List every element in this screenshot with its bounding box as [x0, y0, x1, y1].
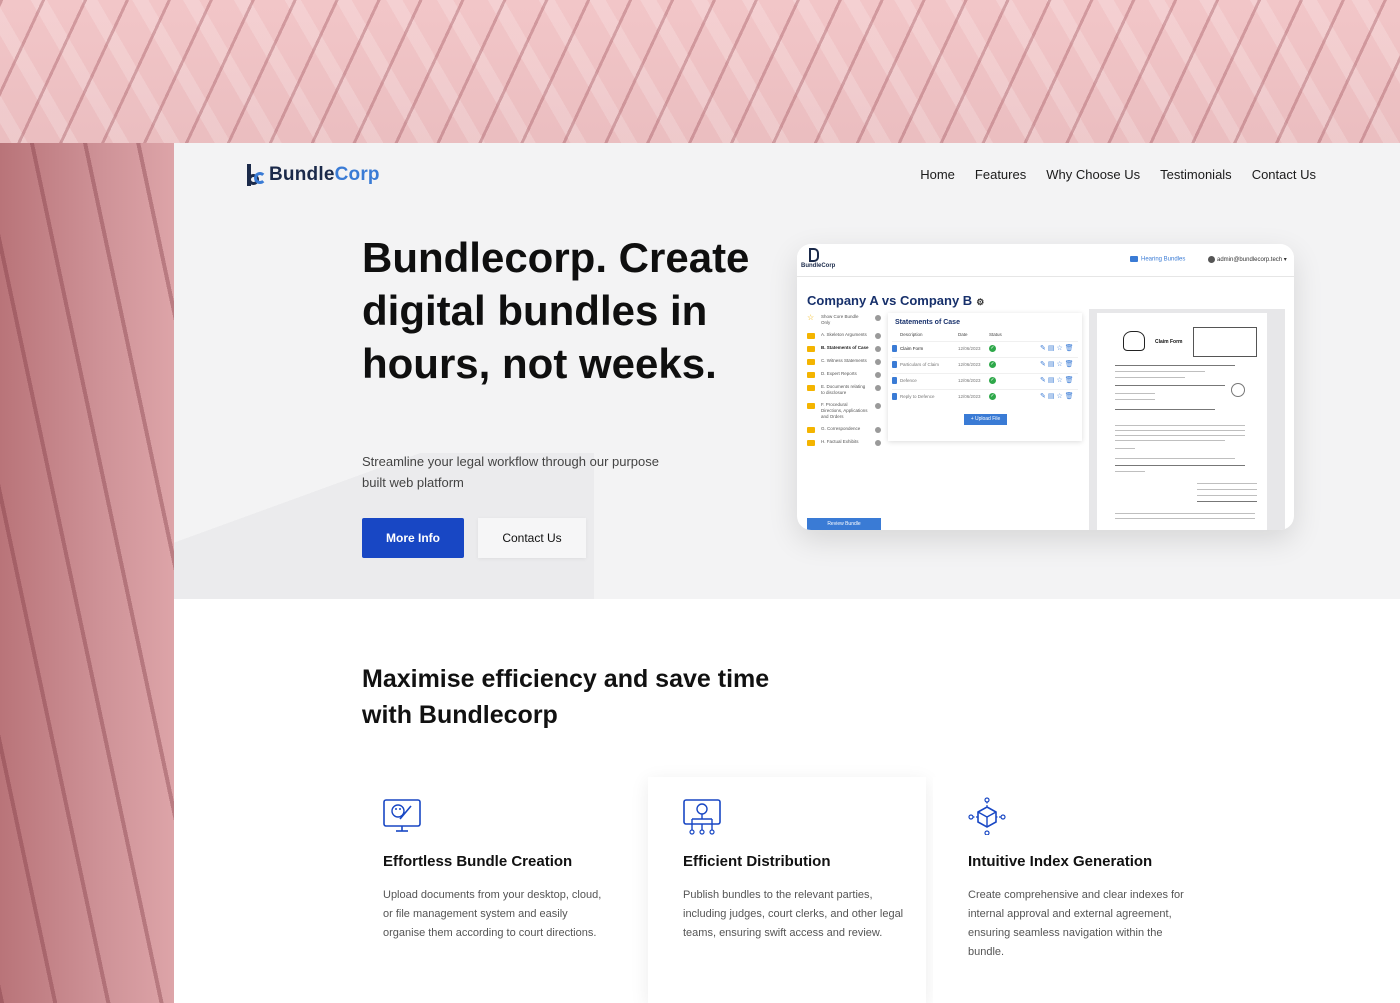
feature-card-bundle-creation: Effortless Bundle Creation Upload docume… [348, 777, 626, 1003]
mockup-panel-title: Statements of Case [895, 319, 960, 326]
feature-text: Publish bundles to the relevant parties,… [683, 889, 904, 939]
mockup-table-row: Claim Form 12/06/2023 ✓ ✎▤☆🗑 [892, 341, 1078, 353]
mockup-logo: BundleCorp [801, 248, 835, 269]
document-icon [892, 361, 897, 368]
gear-icon: ⚙ [976, 297, 985, 307]
star-icon: ☆ [807, 313, 815, 322]
row-actions-icons: ✎▤☆🗑 [1040, 377, 1076, 384]
folder-icon [807, 372, 815, 378]
brand-logo[interactable]: BundleCorp [246, 164, 380, 186]
website-page: BundleCorp Home Features Why Choose Us T… [174, 143, 1400, 1003]
check-icon: ✓ [989, 345, 996, 352]
feature-card-index-generation: Intuitive Index Generation Create compre… [933, 777, 1211, 1003]
folder-icon [807, 427, 815, 433]
main-nav: Home Features Why Choose Us Testimonials… [920, 167, 1316, 182]
folder-icon [807, 440, 815, 446]
mockup-sidebar-item: F. Procedural Directions, Applications a… [807, 402, 881, 420]
mockup-sidebar-item: H. Factual Exhibits [807, 439, 881, 446]
background-pattern-left [0, 143, 174, 1003]
mockup-sidebar-item: G. Correspondence [807, 426, 881, 433]
folder-icon [807, 385, 815, 391]
contact-us-button[interactable]: Contact Us [478, 518, 586, 558]
mockup-sidebar: ☆ Show Core Bundle Only A. Skeleton Argum… [807, 314, 881, 452]
mockup-sidebar-item: C. Witness Statements [807, 358, 881, 365]
folder-icon [807, 346, 815, 352]
logo-text: BundleCorp [269, 164, 380, 185]
more-info-button[interactable]: More Info [362, 518, 464, 558]
document-icon [892, 345, 897, 352]
mockup-topbar: BundleCorp Hearing Bundles admin@bundlec… [797, 244, 1294, 277]
feature-card-distribution: Efficient Distribution Publish bundles t… [648, 777, 926, 1003]
check-icon: ✓ [989, 377, 996, 384]
mockup-review-bundle-button: Review Bundle [807, 518, 881, 530]
seal-icon [1231, 383, 1245, 397]
user-icon [1208, 256, 1215, 263]
hero-section: BundleCorp Home Features Why Choose Us T… [174, 143, 1400, 599]
mockup-table-row: Reply to Defence 12/06/2023 ✓ ✎▤☆🗑 [892, 389, 1078, 401]
bundle-creation-icon [383, 799, 421, 832]
court-crest-icon [1123, 331, 1145, 351]
features-title: Maximise efficiency and save time with B… [362, 665, 770, 729]
mockup-document-viewer: Claim Form [1089, 309, 1285, 530]
hero-title: Bundlecorp. Create digital bundles in ho… [362, 234, 750, 387]
mockup-sidebar-item: A. Skeleton Arguments [807, 332, 881, 339]
mockup-sidebar-item: E. Documents relating to disclosure [807, 384, 881, 396]
document-icon [892, 377, 897, 384]
feature-title: Efficient Distribution [683, 853, 831, 870]
folder-icon [807, 403, 815, 409]
mockup-user-menu: admin@bundlecorp.tech ▾ [1208, 256, 1287, 263]
mockup-case-title: Company A vs Company B ⚙ [807, 293, 985, 308]
feature-text: Upload documents from your desktop, clou… [383, 889, 602, 939]
app-mockup: BundleCorp Hearing Bundles admin@bundlec… [797, 244, 1294, 530]
mockup-sidebar-item-active: B. Statements of Case [807, 345, 881, 352]
row-actions-icons: ✎▤☆🗑 [1040, 361, 1076, 368]
distribution-icon [683, 799, 721, 835]
mockup-table-row: Particulars of Claim 12/06/2023 ✓ ✎▤☆🗑 [892, 357, 1078, 369]
nav-testimonials[interactable]: Testimonials [1160, 167, 1232, 182]
mockup-sidebar-item: D. Expert Reports [807, 371, 881, 378]
mockup-upload-file-button: + Upload File [964, 414, 1007, 425]
folder-icon [1130, 256, 1138, 262]
feature-title: Intuitive Index Generation [968, 853, 1153, 870]
nav-contact-us[interactable]: Contact Us [1252, 167, 1316, 182]
mockup-statements-panel: Statements of Case Description Date Stat… [888, 313, 1082, 441]
feature-title: Effortless Bundle Creation [383, 853, 573, 870]
document-page: Claim Form [1097, 313, 1267, 530]
check-icon: ✓ [989, 361, 996, 368]
document-heading: Claim Form [1155, 339, 1183, 345]
hero-subtitle: Streamline your legal workflow through o… [362, 454, 659, 490]
feature-text: Create comprehensive and clear indexes f… [968, 889, 1184, 958]
check-icon: ✓ [989, 393, 996, 400]
logo-icon [246, 164, 266, 186]
folder-icon [807, 333, 815, 339]
index-generation-icon [968, 797, 1006, 835]
mockup-hearing-bundles: Hearing Bundles [1130, 256, 1185, 263]
mockup-sidebar-item: ☆ Show Core Bundle Only [807, 314, 881, 326]
nav-features[interactable]: Features [975, 167, 1026, 182]
mockup-table-row: Defence 12/06/2023 ✓ ✎▤☆🗑 [892, 373, 1078, 385]
row-actions-icons: ✎▤☆🗑 [1040, 393, 1076, 400]
nav-home[interactable]: Home [920, 167, 955, 182]
row-actions-icons: ✎▤☆🗑 [1040, 345, 1076, 352]
folder-icon [807, 359, 815, 365]
nav-why-choose-us[interactable]: Why Choose Us [1046, 167, 1140, 182]
document-icon [892, 393, 897, 400]
